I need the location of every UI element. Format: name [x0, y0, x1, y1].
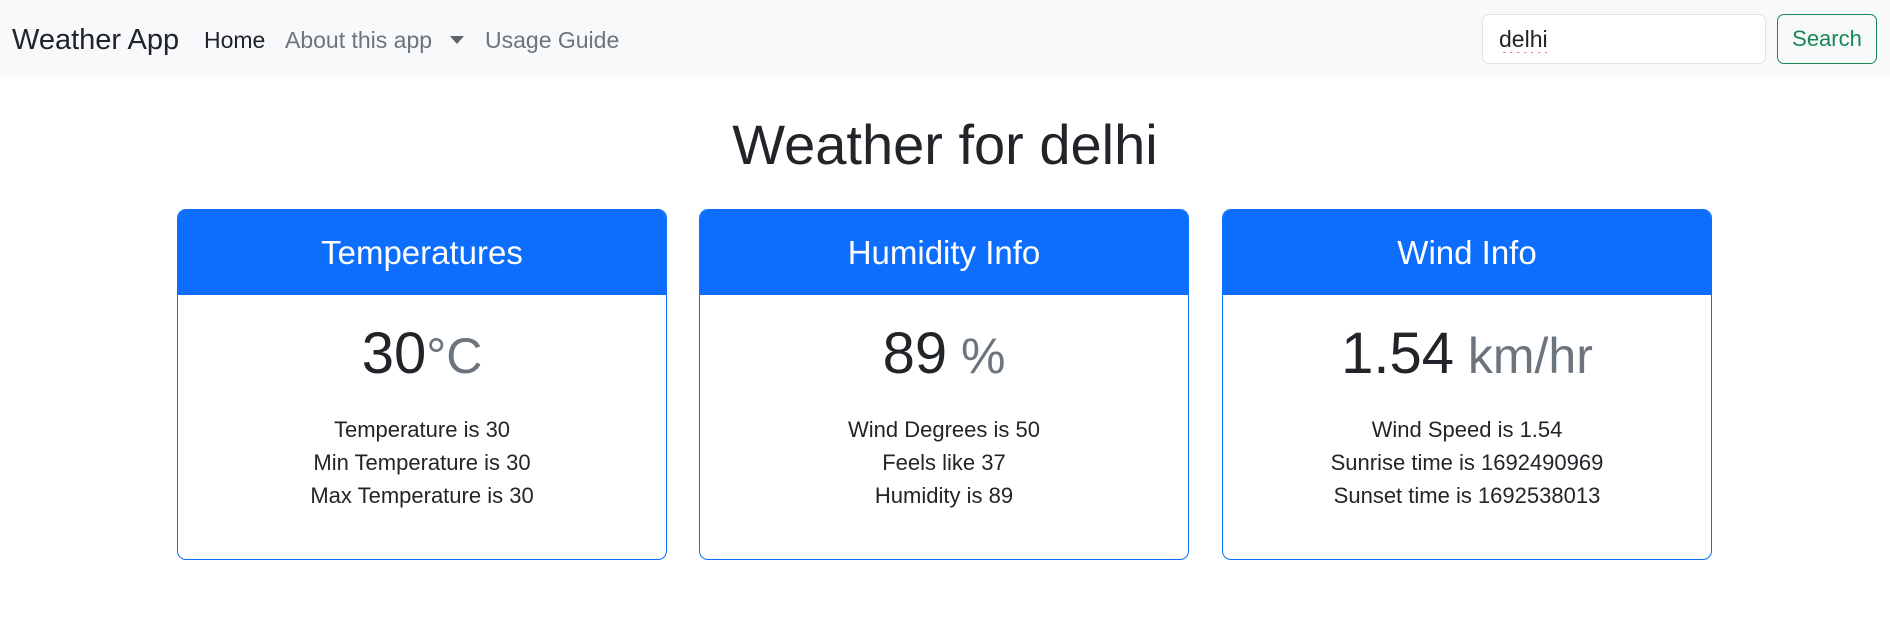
detail-line: Max Temperature is 30: [310, 483, 534, 508]
card-details: Wind Degrees is 50 Feels like 37 Humidit…: [700, 413, 1188, 512]
wind-speed-unit: km/hr: [1453, 328, 1593, 384]
nav-link-home[interactable]: Home: [204, 22, 265, 58]
wind-speed-value: 1.54: [1341, 321, 1454, 386]
card-header: Humidity Info: [700, 210, 1188, 295]
detail-line: Wind Degrees is 50: [848, 417, 1040, 442]
nav-link-usage-guide[interactable]: Usage Guide: [485, 22, 619, 58]
detail-line: Sunrise time is 1692490969: [1330, 450, 1604, 475]
navbar: Weather App Home About this app Usage Gu…: [0, 0, 1890, 77]
detail-line: Feels like 37: [882, 450, 1006, 475]
card-details: Temperature is 30 Min Temperature is 30 …: [178, 413, 666, 512]
card-header: Temperatures: [178, 210, 666, 295]
nav-link-about[interactable]: About this app: [285, 22, 432, 58]
detail-line: Humidity is 89: [874, 483, 1014, 508]
temperatures-card: Temperatures 30°C Temperature is 30 Min …: [177, 209, 667, 560]
humidity-card: Humidity Info 89 % Wind Degrees is 50 Fe…: [699, 209, 1189, 560]
detail-line: Min Temperature is 30: [313, 450, 531, 475]
card-main-value: 1.54 km/hr: [1223, 319, 1711, 389]
brand-link[interactable]: Weather App: [12, 20, 179, 60]
page-title: Weather for delhi: [732, 113, 1158, 176]
card-details: Wind Speed is 1.54 Sunrise time is 16924…: [1223, 413, 1711, 512]
search-input[interactable]: [1482, 14, 1766, 64]
wind-card: Wind Info 1.54 km/hr Wind Speed is 1.54 …: [1222, 209, 1712, 560]
temperature-unit: °C: [426, 328, 483, 384]
temperature-value: 30: [361, 321, 427, 386]
search-button[interactable]: Search: [1777, 14, 1877, 64]
detail-line: Sunset time is 1692538013: [1333, 483, 1601, 508]
card-main-value: 30°C: [178, 319, 666, 389]
caret-down-icon[interactable]: [450, 36, 464, 44]
card-main-value: 89 %: [700, 319, 1188, 389]
card-header: Wind Info: [1223, 210, 1711, 295]
humidity-unit: %: [947, 328, 1006, 384]
detail-line: Wind Speed is 1.54: [1371, 417, 1563, 442]
detail-line: Temperature is 30: [333, 417, 511, 442]
humidity-value: 89: [882, 321, 948, 386]
